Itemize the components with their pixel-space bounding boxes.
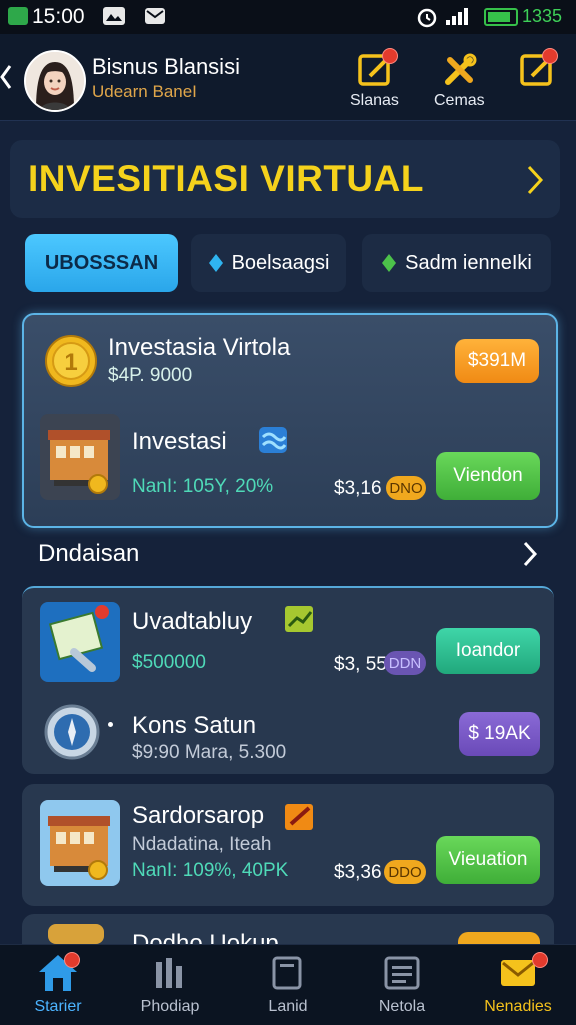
notification-badge — [64, 952, 80, 968]
invest-button[interactable]: Vieuation — [436, 836, 540, 884]
battery-level: 1335 — [522, 6, 563, 26]
header-action-slanas[interactable]: Slanas — [346, 46, 404, 116]
price-button[interactable]: $ 19AK — [459, 712, 540, 756]
header-action-cemas[interactable]: Cemas — [430, 46, 488, 116]
tab-label: Sadm ienneIki — [405, 251, 532, 274]
mail-status-icon — [145, 8, 165, 24]
document-icon — [272, 956, 302, 990]
tab-boelsaagsi[interactable]: Boelsaagsi — [191, 234, 346, 292]
investment-amount: $500000 — [132, 652, 206, 673]
shop-building-icon — [40, 414, 120, 500]
price-value: $3,36 — [334, 862, 382, 883]
tab-sadm[interactable]: Sadm ienneIki — [362, 234, 551, 292]
tab-label: Boelsaagsi — [231, 251, 330, 274]
notification-badge — [542, 48, 558, 64]
chevron-right-icon[interactable] — [526, 164, 544, 196]
notification-badge — [382, 48, 398, 64]
app-header — [0, 34, 576, 121]
nav-label: Starier — [34, 998, 82, 1015]
battery-icon — [484, 8, 518, 26]
compass-icon — [44, 704, 100, 760]
bullet-dot — [108, 722, 113, 727]
notification-badge — [532, 952, 548, 968]
tools-icon — [445, 53, 477, 85]
investment-subtitle: Ndadatina, Iteah — [132, 834, 272, 855]
investment-amount: $9:90 Mara, 5.300 — [132, 742, 287, 763]
price-button[interactable]: $391M — [455, 339, 539, 383]
investment-title: Investasia Virtola — [108, 334, 291, 361]
nav-label: Phodiap — [140, 998, 200, 1015]
chart-icon — [156, 958, 182, 988]
price-value: $3,16 — [334, 478, 382, 499]
invest-button-label: Vieuation — [448, 849, 528, 870]
status-badge: DDN — [384, 651, 426, 675]
status-badge-label: DNO — [389, 479, 423, 497]
return-rate: NanI: 109%, 40PK — [132, 860, 289, 881]
status-badge: DDO — [384, 860, 426, 884]
investment-amount: $4P. 9000 — [108, 365, 193, 386]
avatar-portrait-icon — [26, 52, 84, 110]
app-notify-icon — [8, 7, 28, 25]
tag-badge-icon — [285, 804, 313, 830]
money-document-icon — [40, 602, 120, 682]
nav-label: Netola — [378, 998, 426, 1015]
invest-button[interactable]: Ioandor — [436, 628, 540, 674]
status-time: 15:00 — [32, 5, 85, 28]
price-button-label: $391M — [467, 350, 527, 371]
wave-badge-icon — [259, 427, 287, 453]
back-chevron-icon[interactable] — [0, 64, 12, 90]
list-icon — [384, 956, 420, 990]
page-title: INVESITIASI VIRTUAL — [28, 158, 424, 199]
nav-label: Nenadies — [484, 998, 552, 1015]
growth-badge-icon — [285, 606, 313, 632]
tab-ubossan[interactable]: UBOSSSAN — [25, 234, 178, 292]
avatar[interactable] — [24, 50, 86, 112]
invest-button-label: Viendon — [453, 465, 523, 486]
header-action-label: Slanas — [350, 92, 399, 109]
section-title: Dndaisan — [38, 540, 140, 567]
investment-title: Investasi — [132, 428, 227, 455]
gold-coin-icon: 1 — [45, 335, 97, 387]
price-button-label: $ 19AK — [468, 723, 531, 744]
shop-building-icon — [40, 800, 120, 886]
tab-label: UBOSSSAN — [44, 251, 159, 274]
invest-button[interactable]: Viendon — [436, 452, 540, 500]
svg-text:1: 1 — [64, 349, 77, 376]
gallery-icon — [103, 7, 125, 25]
investment-title: Uvadtabluy — [132, 608, 253, 635]
status-badge: DNO — [386, 476, 426, 500]
status-badge-label: DDN — [388, 654, 422, 672]
return-rate: NanI: 105Y, 20% — [132, 476, 274, 497]
investment-title: Sardorsarop — [132, 802, 265, 829]
invest-button-label: Ioandor — [455, 640, 521, 661]
alarm-icon — [417, 8, 437, 28]
diamond-icon — [208, 254, 223, 272]
price-value: $3, 55 — [334, 654, 387, 675]
coin-stack-icon — [48, 924, 104, 944]
signal-icon — [446, 8, 468, 25]
status-bar: 15:00 1335 — [0, 0, 576, 34]
user-subtitle: Udearn BaneI — [92, 82, 197, 101]
user-name: Bisnus Blansisi — [92, 54, 240, 79]
investment-title: Kons Satun — [132, 712, 257, 739]
chevron-right-icon[interactable] — [522, 540, 538, 568]
header-action-label: Cemas — [434, 92, 485, 109]
gem-icon — [382, 254, 397, 272]
header-action-edit[interactable] — [514, 46, 564, 96]
status-badge-label: DDO — [388, 863, 422, 881]
nav-label: Lanid — [268, 998, 308, 1015]
